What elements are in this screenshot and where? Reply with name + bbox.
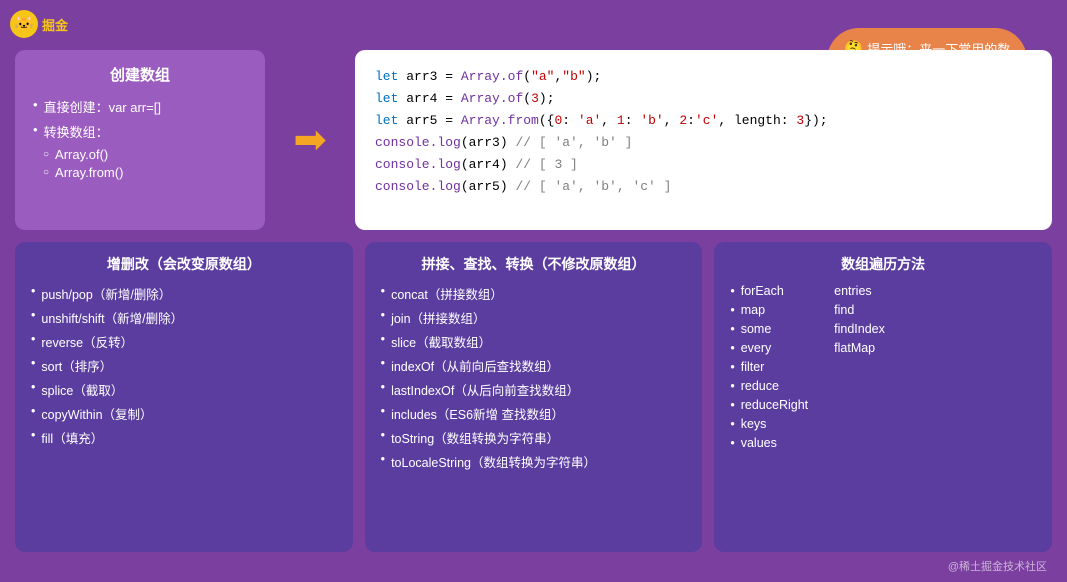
search-item-3: indexOf（从前向后查找数组） (381, 356, 687, 375)
bottom-row: 增删改（会改变原数组） push/pop（新增/删除） unshift/shif… (15, 242, 1052, 552)
search-item-4: lastIndexOf（从后向前查找数组） (381, 380, 687, 399)
mutate-item-2: reverse（反转） (31, 332, 337, 351)
logo: 🐱 掘金 (10, 10, 68, 38)
mutate-item-3: sort（排序） (31, 356, 337, 375)
code-line-1: let arr3 = Array.of("a","b"); (375, 66, 1032, 88)
code-line-3: let arr5 = Array.from({0: 'a', 1: 'b', 2… (375, 110, 1032, 132)
search-item-0: concat（拼接数组） (381, 284, 687, 303)
search-item-7: toLocaleString（数组转换为字符串） (381, 452, 687, 471)
traverse-item-reduceRight: reduceRight (730, 398, 808, 412)
traverse-grid: forEach map some every filter reduce red… (730, 284, 1036, 455)
mutate-item-6: fill（填充） (31, 428, 337, 447)
traverse-item-filter: filter (730, 360, 808, 374)
code-box: let arr3 = Array.of("a","b"); let arr4 =… (355, 50, 1052, 230)
footer-text: @稀土掘金技术社区 (948, 561, 1047, 573)
mutate-box: 增删改（会改变原数组） push/pop（新增/删除） unshift/shif… (15, 242, 353, 552)
traverse-item-forEach: forEach (730, 284, 808, 298)
traverse-item-some: some (730, 322, 808, 336)
search-item-5: includes（ES6新增 查找数组） (381, 404, 687, 423)
search-item-1: join（拼接数组） (381, 308, 687, 327)
traverse-box-title: 数组遍历方法 (730, 254, 1036, 274)
traverse-item-find: find (828, 303, 885, 317)
search-item-6: toString（数组转换为字符串） (381, 428, 687, 447)
create-item-2: 转换数组： (33, 122, 247, 141)
traverse-col1: forEach map some every filter reduce red… (730, 284, 808, 455)
code-line-2: let arr4 = Array.of(3); (375, 88, 1032, 110)
mutate-item-5: copyWithin（复制） (31, 404, 337, 423)
create-item-1: 直接创建：var arr=[] (33, 97, 247, 116)
mutate-item-4: splice（截取） (31, 380, 337, 399)
traverse-item-entries: entries (828, 284, 885, 298)
arrow-container: ➡ (280, 50, 340, 230)
mutate-box-title: 增删改（会改变原数组） (31, 254, 337, 274)
code-line-6: console.log(arr5) // [ 'a', 'b', 'c' ] (375, 176, 1032, 198)
traverse-box: 数组遍历方法 forEach map some every filter red… (714, 242, 1052, 552)
create-subitem-1: Array.of() (43, 147, 247, 162)
traverse-item-values: values (730, 436, 808, 450)
create-box: 创建数组 直接创建：var arr=[] 转换数组： Array.of() Ar… (15, 50, 265, 230)
code-line-4: console.log(arr3) // [ 'a', 'b' ] (375, 132, 1032, 154)
footer: @稀土掘金技术社区 (948, 558, 1047, 574)
search-list: concat（拼接数组） join（拼接数组） slice（截取数组） inde… (381, 284, 687, 471)
logo-icon: 🐱 (10, 10, 38, 38)
create-box-title: 创建数组 (33, 64, 247, 85)
search-box: 拼接、查找、转换（不修改原数组） concat（拼接数组） join（拼接数组）… (365, 242, 703, 552)
search-item-2: slice（截取数组） (381, 332, 687, 351)
code-line-5: console.log(arr4) // [ 3 ] (375, 154, 1032, 176)
mutate-list: push/pop（新增/删除） unshift/shift（新增/删除） rev… (31, 284, 337, 447)
create-sublist: Array.of() Array.from() (43, 147, 247, 180)
mutate-item-1: unshift/shift（新增/删除） (31, 308, 337, 327)
traverse-item-reduce: reduce (730, 379, 808, 393)
create-subitem-2: Array.from() (43, 165, 247, 180)
traverse-item-keys: keys (730, 417, 808, 431)
mutate-item-0: push/pop（新增/删除） (31, 284, 337, 303)
top-row: 创建数组 直接创建：var arr=[] 转换数组： Array.of() Ar… (15, 50, 1052, 230)
traverse-item-flatMap: flatMap (828, 341, 885, 355)
arrow-icon: ➡ (293, 117, 327, 163)
traverse-col2: entries find findIndex flatMap (828, 284, 885, 455)
traverse-item-findIndex: findIndex (828, 322, 885, 336)
logo-text: 掘金 (42, 15, 68, 34)
create-box-list: 直接创建：var arr=[] 转换数组： (33, 97, 247, 141)
main-content: 创建数组 直接创建：var arr=[] 转换数组： Array.of() Ar… (15, 50, 1052, 552)
traverse-item-every: every (730, 341, 808, 355)
search-box-title: 拼接、查找、转换（不修改原数组） (381, 254, 687, 274)
traverse-item-map: map (730, 303, 808, 317)
